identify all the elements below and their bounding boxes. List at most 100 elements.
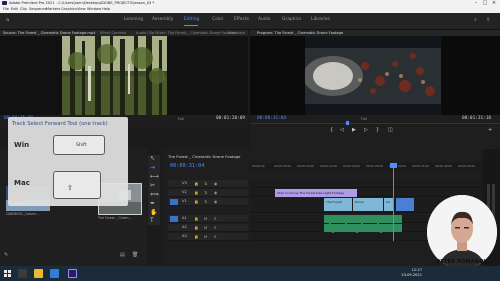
track-header-a1[interactable]: A1 🔒 M S — [168, 215, 248, 223]
sync-icon[interactable]: ⇅ — [204, 190, 207, 195]
workspace-learning[interactable]: Learning — [124, 17, 143, 22]
eye-icon[interactable]: ◉ — [214, 190, 217, 195]
search-icon[interactable]: ⌕ — [474, 17, 477, 23]
menu-help[interactable]: Help — [102, 6, 110, 13]
lock-icon[interactable]: 🔒 — [194, 234, 199, 239]
workspace-assembly[interactable]: Assembly — [152, 17, 173, 22]
tooltip-win-label: Win — [14, 141, 30, 149]
pencil-icon[interactable]: ✎ — [4, 252, 8, 258]
timeline-tab[interactable]: The Forest _ Cinematic Drone Footage — [168, 154, 240, 159]
play-icon[interactable]: ▶ — [352, 127, 356, 133]
trash-icon[interactable]: 🗑 — [132, 252, 138, 258]
track-header-v1[interactable]: V1 🔒 ⇅ ◉ — [168, 198, 248, 206]
menu-markers[interactable]: Markers — [46, 6, 60, 13]
sync-icon[interactable]: ⇅ — [204, 199, 207, 204]
slip-tool-icon[interactable]: ⟺ — [150, 191, 159, 198]
workspace-libraries[interactable]: Libraries — [311, 17, 330, 22]
workspace-graphics[interactable]: Graphics — [282, 17, 301, 22]
timeline-timecode[interactable]: 00:00:31:04 — [170, 163, 204, 169]
creator-name: PETER ROMANOV — [436, 259, 488, 265]
mute-icon[interactable]: M — [204, 216, 207, 221]
premiere-taskbar-icon[interactable] — [68, 269, 77, 278]
program-playhead[interactable] — [346, 121, 349, 125]
track-header-v3[interactable]: V3 🔒 ⇅ ◉ — [168, 180, 248, 188]
workspace-effects[interactable]: Effects — [234, 17, 249, 22]
track-select-tool-icon[interactable]: ⇥ — [150, 164, 155, 171]
lock-icon[interactable]: 🔒 — [194, 199, 199, 204]
lock-icon[interactable]: 🔒 — [194, 216, 199, 221]
video-clip-selected[interactable] — [396, 198, 414, 211]
timeline-playhead[interactable] — [393, 163, 394, 241]
pen-tool-icon[interactable]: ✒ — [150, 200, 155, 207]
mute-icon[interactable]: M — [204, 234, 207, 239]
step-back-icon[interactable]: ◁ — [340, 127, 344, 133]
windows-taskbar: 12:27 23.09.2021 — [0, 266, 500, 281]
menu-clip[interactable]: Clip — [20, 6, 27, 13]
menu-graphics[interactable]: Graphics — [61, 6, 77, 13]
file-explorer-icon[interactable] — [34, 269, 43, 278]
menu-edit[interactable]: Edit — [11, 6, 18, 13]
search-taskbar-icon[interactable] — [18, 269, 27, 278]
selection-tool-icon[interactable]: ↖ — [150, 155, 155, 162]
source-duration: 00:01:20:09 — [216, 116, 246, 121]
eye-icon[interactable]: ◉ — [214, 199, 217, 204]
track-lane-v2[interactable]: Shot on Drone The Forest bike night Foot… — [250, 189, 481, 197]
track-lane-v3[interactable] — [250, 180, 481, 188]
playhead-handle[interactable] — [390, 163, 397, 168]
browser-icon[interactable] — [50, 269, 59, 278]
menu-window[interactable]: Window — [87, 6, 101, 13]
program-video-frame — [305, 36, 441, 115]
mark-in-icon[interactable]: { — [330, 127, 333, 133]
new-item-icon[interactable]: ▤ — [120, 252, 125, 258]
razor-tool-icon[interactable]: ✂ — [150, 182, 155, 189]
sync-icon[interactable]: ⇅ — [204, 181, 207, 186]
audio-clip[interactable] — [323, 215, 403, 230]
tools-panel: ↖ ⇥ ⟷ ✂ ⟺ ✒ ✋ T — [148, 155, 160, 225]
taskbar-date: 23.09.2021 — [401, 273, 422, 277]
program-zoom[interactable]: Full — [361, 117, 367, 121]
button-editor-icon[interactable]: + — [488, 127, 492, 133]
hand-tool-icon[interactable]: ✋ — [150, 209, 157, 216]
workspace-audio[interactable]: Audio — [258, 17, 270, 22]
ruler-tick: 00:00:15:00 — [320, 164, 338, 168]
menu-sequence[interactable]: Sequence — [29, 6, 47, 13]
text-clip[interactable]: Shot on Drone The Forest bike night Foot… — [275, 189, 357, 197]
source-patch-v1[interactable] — [170, 199, 178, 205]
menu-bar: File Edit Clip Sequence Markers Graphics… — [0, 6, 500, 13]
video-clip[interactable]: The Forest — [324, 198, 352, 211]
source-patch-a1[interactable] — [170, 216, 178, 222]
track-header-a3[interactable]: A3 🔒 M S — [168, 233, 248, 241]
mark-out-icon[interactable]: } — [376, 127, 379, 133]
program-duration: 00:01:31:10 — [462, 116, 492, 121]
step-forward-icon[interactable]: ▷ — [364, 127, 368, 133]
track-header-a2[interactable]: A2 🔒 M S — [168, 224, 248, 232]
track-header-v2[interactable]: V2 🔒 ⇅ ◉ — [168, 189, 248, 197]
eye-icon[interactable]: ◉ — [214, 181, 217, 186]
mute-icon[interactable]: M — [204, 225, 207, 230]
audio-clip[interactable] — [323, 224, 403, 239]
export-frame-icon[interactable]: ◫ — [388, 127, 393, 133]
share-icon[interactable]: ⇪ — [486, 17, 490, 23]
tooltip-shift-key: Shift — [53, 135, 105, 155]
windows-start-icon[interactable] — [4, 270, 11, 277]
solo-icon[interactable]: S — [214, 216, 216, 221]
home-icon[interactable]: ⌂ — [6, 17, 9, 23]
type-tool-icon[interactable]: T — [150, 217, 154, 224]
ripple-edit-tool-icon[interactable]: ⟷ — [150, 173, 159, 180]
lock-icon[interactable]: 🔒 — [194, 225, 199, 230]
workspace-color[interactable]: Color — [212, 17, 223, 22]
lock-icon[interactable]: 🔒 — [194, 190, 199, 195]
source-zoom[interactable]: Full — [178, 117, 184, 121]
timeline-ruler[interactable]: 00:00:00 00:00:05:00 00:00:10:00 00:00:1… — [250, 163, 481, 171]
shortcut-tooltip: Track Select Forward Tool (one track) Wi… — [8, 117, 128, 206]
lock-icon[interactable]: 🔒 — [194, 181, 199, 186]
workspace-editing[interactable]: Editing — [184, 17, 199, 22]
video-clip[interactable]: Drone — [353, 198, 383, 211]
menu-view[interactable]: View — [77, 6, 86, 13]
source-video-frame — [62, 36, 167, 115]
solo-icon[interactable]: S — [214, 225, 216, 230]
ruler-tick: 00:00:00 — [252, 164, 265, 168]
program-timecode[interactable]: 00:00:31:04 — [257, 116, 286, 121]
solo-icon[interactable]: S — [214, 234, 216, 239]
menu-file[interactable]: File — [3, 6, 9, 13]
